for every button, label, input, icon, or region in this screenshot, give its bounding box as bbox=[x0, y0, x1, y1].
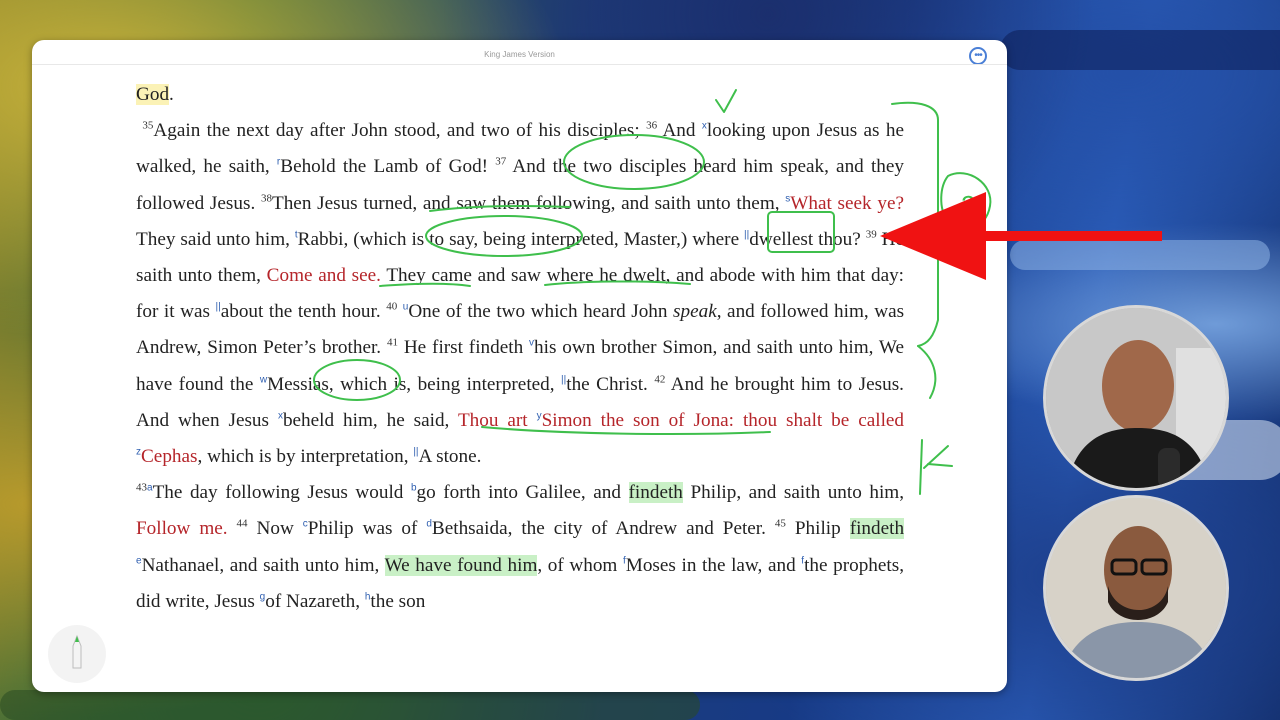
words-of-christ: dwellest thou? bbox=[749, 228, 861, 250]
words-of-christ: Come and see. bbox=[266, 265, 381, 287]
words-of-christ: Cephas bbox=[141, 446, 198, 468]
text-run: Again the next day after John stood, and… bbox=[153, 120, 640, 142]
text-run: go forth into Galilee, and bbox=[416, 482, 621, 504]
text-run: Messias, which is, being interpreted, bbox=[267, 373, 555, 395]
background-streak bbox=[1010, 240, 1270, 270]
verse-number-36[interactable]: 36 bbox=[646, 120, 657, 132]
words-of-christ: Thou art bbox=[457, 409, 528, 431]
paragraph-verses-35-42: 35Again the next day after John stood, a… bbox=[136, 113, 904, 475]
verse-number-35[interactable]: 35 bbox=[142, 120, 153, 132]
scripture-text[interactable]: God. 35Again the next day after John sto… bbox=[136, 77, 905, 620]
paragraph-first: God. bbox=[136, 77, 904, 113]
verse-number-37[interactable]: 37 bbox=[495, 156, 506, 168]
highlight-findeth[interactable]: findeth bbox=[628, 482, 683, 504]
verse-number-45[interactable]: 45 bbox=[775, 518, 786, 530]
text-run: Nathanael, and saith unto him, bbox=[141, 554, 380, 576]
text-run: And bbox=[662, 120, 696, 142]
pen-tool-button[interactable] bbox=[48, 625, 106, 683]
text-run: the Christ. bbox=[566, 373, 648, 395]
paragraph-verses-43-45: 43aThe day following Jesus would bgo for… bbox=[136, 475, 905, 620]
highlight-we-have-found-him[interactable]: We have found him bbox=[384, 554, 538, 576]
text-run: Bethsaida, the city of Andrew and Peter. bbox=[431, 518, 766, 540]
text-run: They said unto him, bbox=[136, 228, 290, 250]
text-run: beheld him, he said, bbox=[282, 409, 450, 431]
text-run: The day following Jesus would bbox=[152, 482, 404, 504]
highlight-god[interactable]: God bbox=[136, 84, 170, 105]
words-of-christ: Follow me. bbox=[136, 518, 228, 540]
webcam-feed-host-1 bbox=[1043, 305, 1229, 491]
words-of-christ: What seek ye? bbox=[790, 192, 905, 214]
verse-number-39[interactable]: 39 bbox=[866, 228, 877, 240]
text-run: , which is by interpretation, bbox=[197, 446, 409, 468]
background-streak bbox=[1000, 30, 1280, 70]
footnote-marker[interactable]: w bbox=[260, 374, 267, 385]
text-run: of Nazareth, bbox=[265, 590, 361, 612]
more-options-button[interactable]: ••• bbox=[969, 47, 987, 65]
version-title: King James Version bbox=[484, 50, 555, 59]
text-run: Now bbox=[256, 518, 294, 540]
pen-icon bbox=[72, 634, 82, 669]
verse-number-42[interactable]: 42 bbox=[654, 373, 665, 385]
webcam-feed-host-2 bbox=[1043, 495, 1229, 681]
text-run: about the tenth hour. bbox=[220, 301, 381, 323]
person-silhouette-icon bbox=[1046, 308, 1226, 488]
verse-number-44[interactable]: 44 bbox=[237, 518, 248, 530]
text-run: Then Jesus turned, and saw them followin… bbox=[271, 192, 780, 214]
text-run: A stone. bbox=[418, 446, 482, 468]
text-run: Behold the Lamb of God! bbox=[280, 156, 489, 178]
text-run: . bbox=[169, 84, 174, 105]
header-divider bbox=[32, 64, 1007, 65]
words-of-christ: Simon the son of Jona: thou shalt be cal… bbox=[541, 409, 905, 431]
verse-number-41[interactable]: 41 bbox=[387, 337, 398, 349]
text-run: Moses in the law, and bbox=[625, 554, 796, 576]
bible-reader-panel: King James Version ••• God. 35Again the … bbox=[32, 40, 1007, 692]
text-run: Philip bbox=[794, 518, 841, 540]
verse-number-38[interactable]: 38 bbox=[261, 192, 272, 204]
italic-word: speak bbox=[673, 301, 717, 323]
background-streak bbox=[0, 690, 700, 720]
verse-number-40[interactable]: 40 bbox=[386, 301, 397, 313]
text-run: Philip was of bbox=[307, 518, 418, 540]
text-run: , of whom bbox=[537, 554, 618, 576]
text-run: One of the two which heard John bbox=[408, 301, 668, 323]
text-run: Philip, and saith unto him, bbox=[690, 482, 905, 504]
text-run: Rabbi, (which is to say, being interpret… bbox=[297, 228, 740, 250]
highlight-findeth[interactable]: findeth bbox=[849, 518, 905, 540]
person-silhouette-icon bbox=[1046, 498, 1226, 678]
text-run: the son bbox=[370, 590, 426, 612]
verse-number-43[interactable]: 43 bbox=[136, 482, 147, 494]
more-options-icon: ••• bbox=[974, 50, 982, 61]
text-run: He first findeth bbox=[403, 337, 524, 359]
